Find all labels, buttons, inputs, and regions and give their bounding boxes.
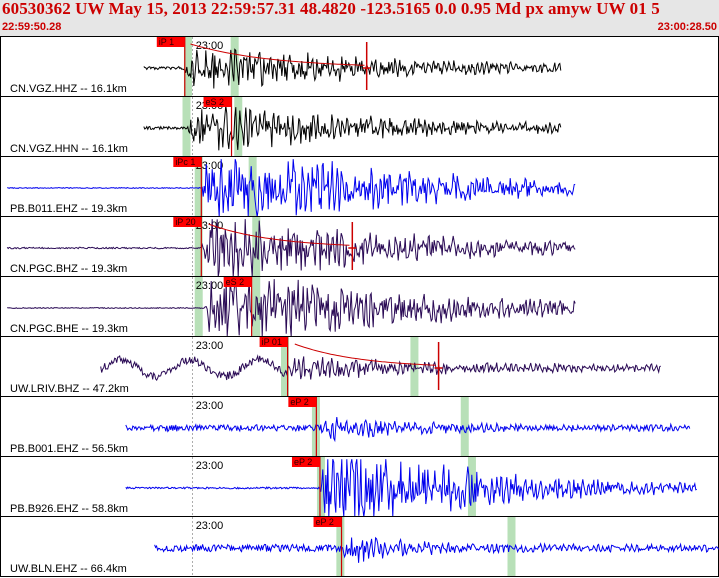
trace-panel[interactable]: 23:00iPc 1PB.B011.EHZ -- 19.3km — [0, 156, 719, 217]
trace-panel[interactable]: 23:00 eP 2 PB.B001.EHZ -- 56.5km — [0, 396, 719, 457]
minute-label: 23:00 — [196, 280, 224, 292]
trace-panel[interactable]: 23:00iP 20CN.PGC.BHZ -- 19.3km — [0, 216, 719, 277]
station-label: PB.B011.EHZ -- 19.3km — [10, 203, 127, 215]
minute-label: 23:00 — [196, 460, 224, 472]
seismogram-plot[interactable]: 23:00iP 1CN.VGZ.HHZ -- 16.1km23:00eS 2CN… — [0, 36, 719, 578]
station-label: CN.PGC.BHE -- 19.3km — [10, 323, 128, 335]
pick-label: eP 2 — [290, 397, 308, 407]
pick-label: iP 1 — [159, 37, 174, 47]
waveform-trace — [154, 536, 719, 563]
pick-label: eP 2 — [316, 517, 334, 527]
station-label: CN.VGZ.HHZ -- 16.1km — [10, 83, 127, 95]
trace-panel[interactable]: 23:00 eS 2 CN.PGC.BHE -- 19.3km — [0, 276, 719, 337]
station-label: CN.VGZ.HHN -- 16.1km — [10, 143, 128, 155]
station-label: UW.LRIV.BHZ -- 47.2km — [10, 383, 129, 395]
waveform-trace — [143, 48, 562, 89]
trace-panel[interactable]: 23:00 iP 1 CN.VGZ.HHZ -- 16.1km — [0, 36, 719, 97]
trace-panel[interactable]: 23:00 eP 2 UW.BLN.EHZ -- 66.4km — [0, 516, 719, 577]
station-label: CN.PGC.BHZ -- 19.3km — [10, 263, 127, 275]
header-bar: 60530362 UW May 15, 2013 22:59:57.31 48.… — [0, 0, 719, 36]
station-label: PB.B926.EHZ -- 58.8km — [10, 503, 128, 515]
waveform-trace — [143, 105, 562, 151]
trace-panel[interactable]: 23:00 eP 2 PB.B926.EHZ -- 58.8km — [0, 456, 719, 517]
station-label: PB.B001.EHZ -- 56.5km — [10, 443, 128, 455]
minute-label: 23:00 — [196, 520, 224, 532]
pick-label: iP 01 — [262, 337, 282, 347]
minute-label: 23:00 — [196, 40, 224, 52]
station-label: UW.BLN.EHZ -- 66.4km — [10, 563, 127, 575]
pick-label: eS 2 — [206, 97, 225, 107]
trace-panel[interactable]: 23:00eS 2CN.VGZ.HHN -- 16.1km — [0, 96, 719, 157]
event-title: 60530362 UW May 15, 2013 22:59:57.31 48.… — [2, 0, 660, 18]
minute-label: 23:00 — [196, 400, 224, 412]
trace-panel[interactable]: 23:00 iP 01 UW.LRIV.BHZ -- 47.2km — [0, 336, 719, 397]
minute-label: 23:00 — [196, 340, 224, 352]
waveform-trace — [100, 354, 661, 381]
pick-label: eP 2 — [294, 457, 312, 467]
waveform-trace — [125, 417, 691, 443]
time-end: 23:00:28.50 — [657, 21, 717, 33]
phase-window-bar — [460, 397, 469, 456]
pick-label: iPc 1 — [175, 157, 195, 167]
pick-label: eS 2 — [226, 277, 245, 287]
pick-label: iP 20 — [175, 217, 195, 227]
time-start: 22:59:50.28 — [2, 21, 62, 33]
